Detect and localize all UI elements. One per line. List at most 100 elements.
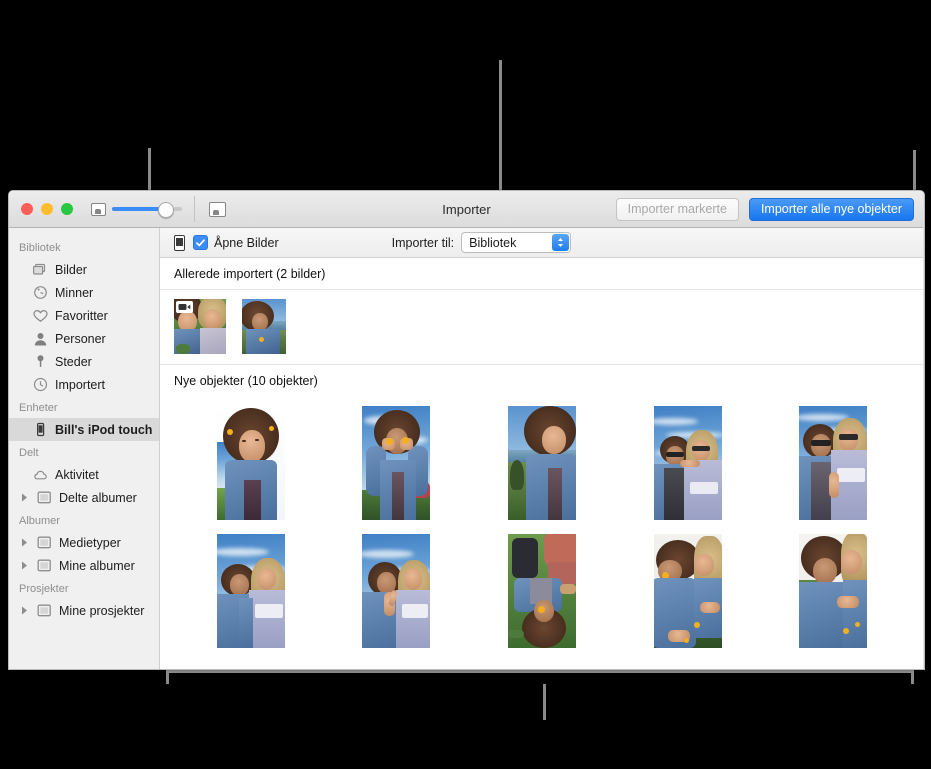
import-to-label: Importer til:: [391, 235, 455, 250]
sidebar-item-minner[interactable]: Minner: [9, 281, 159, 304]
memories-icon: [32, 285, 48, 300]
toolbar-separator: [194, 196, 195, 222]
zoom-slider-knob[interactable]: [158, 202, 174, 218]
window-titlebar: Importer Importer markerte Importer alle…: [9, 191, 924, 228]
scroll-edge: [923, 191, 924, 669]
sidebar-group-header-albums: Albumer: [19, 515, 60, 527]
sidebar-item-steder[interactable]: Steder: [9, 350, 159, 373]
sidebar-item-label: Bilder: [55, 262, 87, 277]
sidebar-item-importert[interactable]: Importert: [9, 373, 159, 396]
sidebar-item-label: Mine prosjekter: [59, 603, 145, 618]
sidebar-item-label: Mine albumer: [59, 558, 135, 573]
sidebar-item-label: Importert: [55, 377, 106, 392]
sidebar-item-mine-prosjekter[interactable]: Mine prosjekter: [9, 599, 159, 622]
small-thumbnail-icon: [91, 202, 106, 216]
cloud-icon: [32, 469, 48, 481]
photos-icon: [32, 263, 48, 276]
photos-import-window: Importer Importer markerte Importer alle…: [8, 190, 925, 670]
new-item-thumbnail[interactable]: [788, 406, 878, 520]
sidebar-group-header-shared: Delt: [19, 447, 39, 459]
chevron-right-icon[interactable]: [19, 538, 29, 547]
sidebar-group-header-projects: Prosjekter: [19, 583, 69, 595]
import-options-bar: Åpne Bilder Importer til: Bibliotek: [160, 228, 924, 258]
photo-girls-lying-grass-close: [799, 534, 868, 648]
import-all-new-items-button[interactable]: Importer alle nye objekter: [748, 197, 914, 221]
new-item-thumbnail[interactable]: [497, 534, 587, 648]
new-item-thumbnail[interactable]: [643, 406, 733, 520]
zoom-slider-fill: [112, 207, 164, 211]
new-item-thumbnail[interactable]: [351, 534, 441, 648]
sidebar-item-label: Favoritter: [55, 308, 108, 323]
sidebar-group-header-devices: Enheter: [19, 402, 58, 414]
new-item-thumbnail[interactable]: [497, 406, 587, 520]
chevron-right-icon[interactable]: [19, 561, 29, 570]
new-item-thumbnail[interactable]: [788, 534, 878, 648]
import-destination-group: Importer til: Bibliotek: [392, 232, 572, 253]
import-selected-button[interactable]: Importer markerte: [615, 197, 739, 221]
album-icon: [36, 536, 52, 549]
pin-icon: [32, 354, 48, 369]
sidebar-item-label: Personer: [55, 331, 106, 346]
close-button[interactable]: [21, 203, 33, 215]
sidebar-item-mine-albumer[interactable]: Mine albumer: [9, 554, 159, 577]
new-item-thumbnail[interactable]: [206, 534, 296, 648]
already-imported-thumbnail-2[interactable]: [242, 299, 286, 354]
photo-girl-flowers-over-eyes: [362, 406, 431, 520]
photo-two-girls-sunglasses-sky: [653, 406, 722, 520]
photo-two-girls-peace-sign: [362, 534, 431, 648]
new-items-title: Nye objekter (10 objekter): [174, 374, 318, 388]
sidebar-item-bills-ipod-touch[interactable]: Bill's iPod touch: [9, 418, 159, 441]
import-main-panel: Åpne Bilder Importer til: Bibliotek Alle…: [160, 191, 924, 669]
photo-two-girls-park-sky: [216, 534, 285, 648]
already-imported-strip: [160, 290, 924, 364]
clock-icon: [32, 377, 48, 392]
sidebar-item-label: Aktivitet: [55, 467, 99, 482]
window-controls: [9, 203, 73, 215]
sidebar-item-bilder[interactable]: Bilder: [9, 258, 159, 281]
window-body: Bibliotek Bilder Minner Favoritter Perso…: [9, 191, 924, 669]
minimize-button[interactable]: [41, 203, 53, 215]
zoom-slider-track[interactable]: [112, 202, 182, 218]
new-item-thumbnail[interactable]: [206, 406, 296, 520]
photo-girl-looking-up: [216, 406, 285, 520]
chevron-updown-icon[interactable]: [552, 234, 570, 251]
chevron-right-icon[interactable]: [19, 606, 29, 615]
thumbnail-zoom-slider[interactable]: [91, 202, 182, 218]
new-items-grid: [160, 396, 924, 648]
zoom-button[interactable]: [61, 203, 73, 215]
sidebar-group-header-library: Bibliotek: [19, 242, 61, 254]
photo-girls-lying-grass-flower: [653, 534, 722, 648]
already-imported-thumbnail-1[interactable]: [174, 299, 226, 354]
album-icon: [36, 491, 52, 504]
new-item-thumbnail[interactable]: [351, 406, 441, 520]
sidebar-item-personer[interactable]: Personer: [9, 327, 159, 350]
sidebar-item-label: Minner: [55, 285, 94, 300]
large-thumbnail-icon[interactable]: [209, 201, 226, 217]
photo-girl-smiling-coast: [507, 406, 576, 520]
open-photos-checkbox[interactable]: [193, 235, 208, 250]
import-to-popup-button[interactable]: Bibliotek: [461, 232, 572, 253]
heart-icon: [32, 309, 48, 323]
new-item-thumbnail[interactable]: [643, 534, 733, 648]
chevron-right-icon[interactable]: [19, 493, 29, 502]
sidebar-item-label: Medietyper: [59, 535, 121, 550]
import-content: Allerede importert (2 bilder) Nye objekt…: [160, 258, 924, 669]
sidebar-item-medietyper[interactable]: Medietyper: [9, 531, 159, 554]
sidebar: Bibliotek Bilder Minner Favoritter Perso…: [9, 228, 160, 669]
sidebar-item-delte-albumer[interactable]: Delte albumer: [9, 486, 159, 509]
photo-girls-lying-grass-overhead: [507, 534, 576, 648]
photo-content: [242, 299, 286, 354]
album-icon: [36, 559, 52, 572]
sidebar-item-aktivitet[interactable]: Aktivitet: [9, 463, 159, 486]
callout-line-grid-stem: [543, 684, 546, 720]
sidebar-item-label: Delte albumer: [59, 490, 137, 505]
callout-line-grid-bar: [166, 670, 914, 673]
sidebar-item-label: Bill's iPod touch: [55, 422, 153, 437]
import-to-value: Bibliotek: [469, 235, 517, 250]
ipod-icon: [32, 422, 48, 437]
sidebar-item-favoritter[interactable]: Favoritter: [9, 304, 159, 327]
photo-two-girls-sunglasses-smiling: [799, 406, 868, 520]
album-icon: [36, 604, 52, 617]
iphone-icon: [174, 234, 185, 251]
open-photos-label: Åpne Bilder: [214, 235, 279, 250]
